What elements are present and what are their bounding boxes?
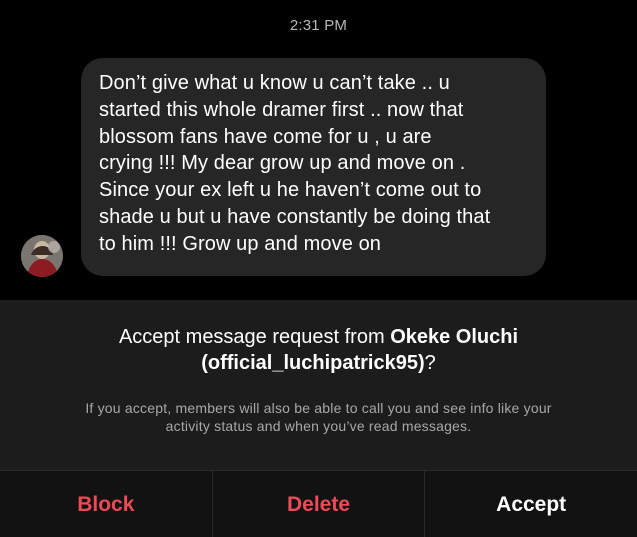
message-line: shade u but u have constantly be doing t…: [99, 205, 491, 228]
sender-username: (official_luchipatrick95): [201, 352, 425, 374]
dm-request-screen: 2:31 PM Don’t give what u know u can’t t…: [0, 0, 637, 537]
request-description: If you accept, members will also be able…: [40, 399, 597, 435]
request-description-line: If you accept, members will also be able…: [85, 400, 552, 416]
request-title: Accept message request from Okeke Oluchi…: [0, 324, 637, 376]
message-request-panel: Accept message request from Okeke Oluchi…: [0, 300, 637, 470]
block-button[interactable]: Block: [0, 471, 212, 537]
request-title-prefix: Accept message request from: [118, 326, 391, 348]
accept-button[interactable]: Accept: [424, 471, 637, 537]
message-bubble[interactable]: Don’t give what u know u can’t take .. u…: [81, 58, 546, 276]
message-line: Don’t give what u know u can’t take .. u: [99, 72, 450, 94]
message-line: blossom fans have come for u , u are: [99, 125, 432, 148]
request-title-suffix: ?: [424, 352, 436, 374]
request-description-line: activity status and when you’ve read mes…: [165, 418, 472, 434]
message-line: crying !!! My dear grow up and move on .: [99, 152, 466, 175]
message-line: started this whole dramer first .. now t…: [99, 98, 464, 121]
message-timestamp: 2:31 PM: [289, 17, 348, 34]
delete-button[interactable]: Delete: [211, 471, 425, 537]
message-line: to him !!! Grow up and move on: [99, 232, 382, 255]
request-action-bar: Block Delete Accept: [0, 470, 637, 537]
message-line: Since your ex left u he haven’t come out…: [99, 179, 482, 202]
sender-name: Okeke Oluchi: [390, 326, 519, 348]
avatar-photo-icon: [21, 235, 63, 277]
sender-avatar[interactable]: [21, 235, 63, 277]
